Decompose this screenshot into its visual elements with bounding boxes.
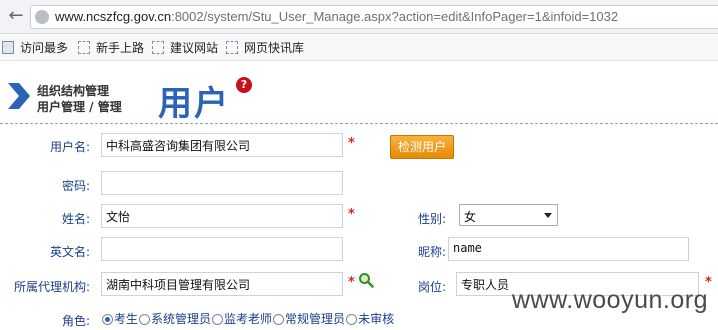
nickname-input[interactable]: name	[448, 237, 689, 261]
name-label: 姓名:	[61, 212, 90, 226]
gender-label: 性别:	[417, 212, 446, 226]
url-field[interactable]: www.ncszfcg.gov.cn:8002/system/Stu_User_…	[30, 5, 718, 29]
role-radio-group: 考生 系统管理员 监考老师 常规管理员 未审核	[102, 310, 395, 327]
check-user-button[interactable]: 检测用户	[390, 135, 454, 159]
radio-icon	[273, 314, 285, 325]
bookmark-label: 建议网站	[170, 41, 219, 55]
bookmark-most-visited[interactable]: 访问最多	[2, 39, 68, 57]
bookmark-page-icon	[78, 41, 90, 54]
role-option-label: 系统管理员	[151, 312, 212, 326]
role-label: 角色:	[61, 314, 90, 328]
role-option-label: 考生	[114, 312, 139, 326]
agency-label: 所属代理机构:	[13, 280, 90, 294]
url-host: www.ncszfcg.gov.cn	[55, 9, 172, 24]
required-marker: *	[348, 275, 355, 290]
password-label: 密码:	[61, 179, 90, 193]
role-option-label: 监考老师	[224, 312, 273, 326]
address-bar: ← www.ncszfcg.gov.cn:8002/system/Stu_Use…	[0, 0, 718, 34]
gender-selected-value: 女	[464, 210, 477, 224]
role-option-sysadmin[interactable]: 系统管理员	[139, 310, 211, 327]
page-title: 用户	[158, 84, 230, 124]
role-option-proctor[interactable]: 监考老师	[212, 310, 272, 327]
nickname-label: 昵称:	[417, 245, 446, 259]
password-input[interactable]	[101, 171, 343, 195]
radio-checked-icon	[102, 314, 113, 325]
url-text: www.ncszfcg.gov.cn:8002/system/Stu_User_…	[55, 9, 618, 24]
bookmark-getting-started[interactable]: 新手上路	[78, 39, 144, 57]
bookmark-label: 访问最多	[20, 41, 69, 55]
breadcrumb: 用户管理 / 管理	[37, 100, 122, 114]
watermark: www.wooyun.org	[512, 286, 708, 314]
bookmark-page-icon	[152, 41, 164, 54]
english-name-label: 英文名:	[49, 245, 90, 259]
page-icon	[35, 10, 49, 24]
bookmark-page-icon	[226, 41, 238, 54]
header-divider	[0, 123, 718, 124]
bookmark-suggested-sites[interactable]: 建议网站	[152, 39, 218, 57]
section-title: 组织结构管理	[37, 84, 110, 98]
bookmarks-bar: 访问最多 新手上路 建议网站 网页快讯库	[0, 35, 718, 61]
bookmark-label: 网页快讯库	[244, 41, 305, 55]
role-option-label: 未审核	[358, 312, 395, 326]
help-icon[interactable]: ?	[236, 77, 252, 93]
search-icon[interactable]	[358, 272, 374, 288]
english-name-input[interactable]	[101, 237, 343, 261]
required-marker: *	[348, 136, 355, 151]
position-label: 岗位:	[417, 280, 446, 294]
chevron-down-icon	[544, 213, 552, 218]
username-input[interactable]: 中科高盛咨询集团有限公司	[101, 133, 343, 157]
bookmark-label: 新手上路	[96, 41, 145, 55]
name-input[interactable]: 文怡	[101, 204, 343, 228]
back-arrow-icon[interactable]: ←	[4, 5, 28, 29]
radio-icon	[346, 314, 358, 325]
radio-icon	[212, 314, 224, 325]
role-option-unreviewed[interactable]: 未审核	[346, 310, 394, 327]
role-option-regular-admin[interactable]: 常规管理员	[273, 310, 345, 327]
role-option-label: 常规管理员	[285, 312, 346, 326]
role-option-candidate[interactable]: 考生	[102, 310, 138, 327]
agency-input[interactable]: 湖南中科项目管理有限公司	[101, 272, 343, 296]
required-marker: *	[348, 207, 355, 222]
url-path: :8002/system/Stu_User_Manage.aspx?action…	[171, 9, 619, 24]
chevron-right-icon	[8, 83, 30, 109]
bookmark-folder-icon	[2, 41, 14, 54]
bookmark-web-slices[interactable]: 网页快讯库	[226, 39, 304, 57]
gender-select[interactable]: 女	[459, 204, 558, 226]
username-label: 用户名:	[49, 140, 90, 154]
radio-icon	[139, 314, 151, 325]
